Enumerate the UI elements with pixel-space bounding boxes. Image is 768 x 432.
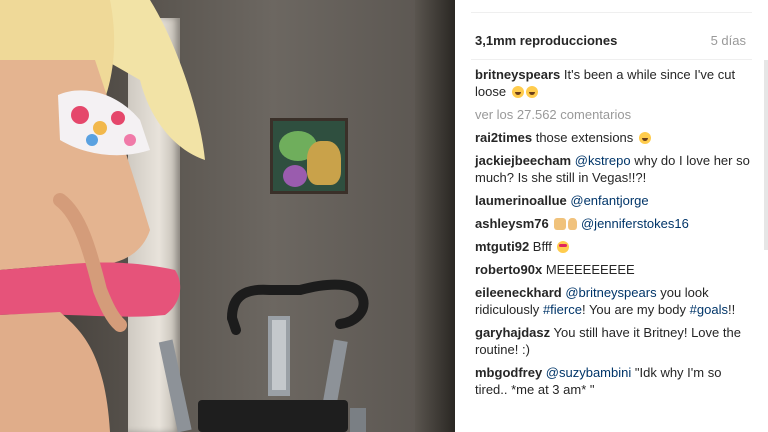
comment-list: britneyspears It's been a while since I'… xyxy=(475,66,754,404)
comment-username[interactable]: mbgodfrey xyxy=(475,365,542,380)
comment: mtguti92 Bfff xyxy=(475,238,754,255)
comment-text: Bfff xyxy=(532,239,552,254)
comment-username[interactable]: rai2times xyxy=(475,130,532,145)
views-count[interactable]: 3,1mm reproducciones xyxy=(475,33,617,48)
mention-link[interactable]: @kstrepo xyxy=(575,153,631,168)
post-stats: 3,1mm reproducciones 5 días xyxy=(475,31,746,49)
grimace-emoji-icon xyxy=(638,132,651,144)
comment: jackiejbeecham @kstrepo why do I love he… xyxy=(475,152,754,186)
panel-top-divider xyxy=(471,12,752,13)
comment: garyhajdasz You still have it Britney! L… xyxy=(475,324,754,358)
hashtag-link[interactable]: #fierce xyxy=(543,302,582,317)
mention-link[interactable]: @suzybambini xyxy=(546,365,631,380)
comment: eileeneckhard @britneyspears you look ri… xyxy=(475,284,754,318)
post-age[interactable]: 5 días xyxy=(711,33,746,48)
dancer-figure xyxy=(0,0,205,432)
caption-username[interactable]: britneyspears xyxy=(475,67,560,82)
comment-username[interactable]: jackiejbeecham xyxy=(475,153,571,168)
comment-text: those extensions xyxy=(535,130,634,145)
video-player[interactable] xyxy=(0,0,455,432)
laughing-emoji-icon xyxy=(525,86,538,98)
comments-scrollbar[interactable] xyxy=(764,60,768,250)
comment: mbgodfrey @suzybambini "Idk why I'm so t… xyxy=(475,364,754,398)
comment: roberto90x MEEEEEEEEE xyxy=(475,261,754,278)
comments-panel: 3,1mm reproducciones 5 días britneyspear… xyxy=(455,0,768,432)
waving-hand-emoji-icon xyxy=(568,218,578,230)
comment: rai2times those extensions xyxy=(475,129,754,146)
mention-link[interactable]: @jenniferstokes16 xyxy=(581,216,689,231)
heart-eyes-emoji-icon xyxy=(557,241,570,253)
mention-link[interactable]: @britneyspears xyxy=(565,285,656,300)
comment-username[interactable]: roberto90x xyxy=(475,262,542,277)
comment-text: !! xyxy=(727,302,736,317)
raised-hands-emoji-icon xyxy=(554,218,567,230)
stats-divider xyxy=(471,59,752,60)
hashtag-link[interactable]: #goals xyxy=(690,302,728,317)
comment-username[interactable]: mtguti92 xyxy=(475,239,529,254)
comment-text: MEEEEEEEEE xyxy=(545,262,635,277)
caption: britneyspears It's been a while since I'… xyxy=(475,66,754,100)
comment: ashleysm76 @jenniferstokes16 xyxy=(475,215,754,232)
comment-username[interactable]: garyhajdasz xyxy=(475,325,550,340)
comment-username[interactable]: eileeneckhard xyxy=(475,285,562,300)
comment-username[interactable]: ashleysm76 xyxy=(475,216,549,231)
laughing-emoji-icon xyxy=(511,86,524,98)
comment: laumerinoallue @enfantjorge xyxy=(475,192,754,209)
comment-text: ! You are my body xyxy=(581,302,687,317)
load-more-comments[interactable]: ver los 27.562 comentarios xyxy=(475,106,754,123)
mention-link[interactable]: @enfantjorge xyxy=(570,193,648,208)
comment-username[interactable]: laumerinoallue xyxy=(475,193,567,208)
